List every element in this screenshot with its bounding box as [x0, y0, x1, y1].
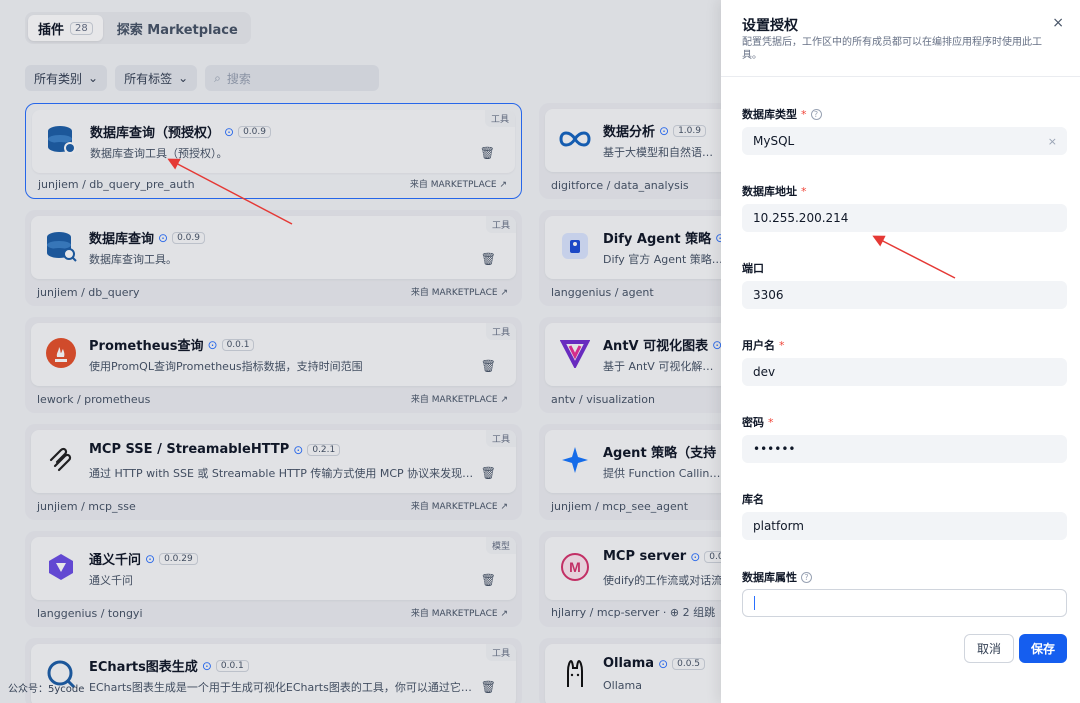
password-value: •••••• [753, 442, 796, 456]
panel-title: 设置授权 [742, 18, 798, 34]
db-address-label: 数据库地址 * [742, 183, 807, 199]
db-properties-label: 数据库属性 ? [742, 569, 812, 585]
required-marker: * [779, 338, 785, 352]
panel-description: 配置凭据后，工作区中的所有成员都可以在编排应用程序时使用此工具。 [742, 37, 1042, 61]
port-value: 3306 [753, 288, 784, 302]
password-label: 密码 * [742, 414, 774, 430]
db-type-value: MySQL [753, 134, 795, 148]
field-label-text: 端口 [742, 262, 764, 275]
username-value: dev [753, 365, 776, 379]
help-icon[interactable]: ? [801, 571, 812, 583]
field-label-text: 数据库类型 [742, 108, 797, 121]
save-button[interactable]: 保存 [1019, 634, 1067, 663]
field-label-text: 库名 [742, 493, 764, 506]
port-input[interactable]: 3306 [742, 281, 1067, 309]
cancel-button[interactable]: 取消 [964, 634, 1014, 663]
close-icon[interactable]: × [1052, 15, 1064, 31]
port-label: 端口 [742, 260, 764, 276]
username-input[interactable]: dev [742, 358, 1067, 386]
db-properties-input[interactable] [742, 589, 1067, 617]
db-name-label: 库名 [742, 491, 764, 507]
db-address-value: 10.255.200.214 [753, 211, 849, 225]
db-type-label: 数据库类型 * ? [742, 106, 822, 122]
field-label-text: 用户名 [742, 339, 775, 352]
field-label-text: 数据库地址 [742, 185, 797, 198]
db-type-select[interactable]: MySQL × [742, 127, 1067, 155]
db-name-input[interactable]: platform [742, 512, 1067, 540]
required-marker: * [801, 107, 807, 121]
divider [721, 76, 1080, 77]
modal-overlay[interactable] [0, 0, 721, 703]
username-label: 用户名 * [742, 337, 785, 353]
field-label-text: 数据库属性 [742, 571, 797, 584]
watermark: 公众号：5ycode [8, 684, 85, 695]
auth-settings-panel: 设置授权 × 配置凭据后，工作区中的所有成员都可以在编排应用程序时使用此工具。 … [721, 0, 1080, 703]
required-marker: * [801, 184, 807, 198]
field-label-text: 密码 [742, 416, 764, 429]
text-caret [754, 596, 755, 610]
db-address-input[interactable]: 10.255.200.214 [742, 204, 1067, 232]
clear-icon[interactable]: × [1048, 135, 1057, 148]
help-icon[interactable]: ? [810, 108, 822, 120]
db-name-value: platform [753, 519, 804, 533]
password-input[interactable]: •••••• [742, 435, 1067, 463]
required-marker: * [768, 415, 774, 429]
